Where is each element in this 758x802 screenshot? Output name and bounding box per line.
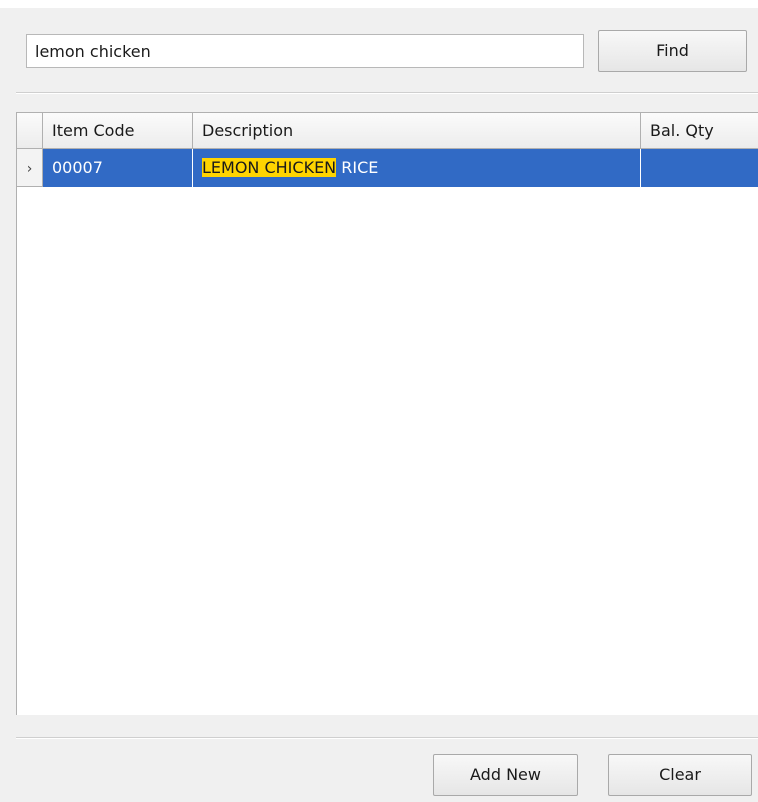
cell-bal-qty[interactable]: 0 xyxy=(641,149,758,187)
cell-description[interactable]: LEMON CHICKEN RICE xyxy=(193,149,641,187)
row-indicator-header xyxy=(17,113,43,148)
search-match-highlight: LEMON CHICKEN xyxy=(202,158,337,177)
cell-item-code[interactable]: 00007 xyxy=(43,149,193,187)
grid-header: Item Code Description Bal. Qty xyxy=(17,113,758,149)
item-search-dialog: Find Item Code Description Bal. Qty › 00… xyxy=(0,0,758,802)
results-grid[interactable]: Item Code Description Bal. Qty › 00007 L… xyxy=(16,112,758,715)
divider xyxy=(16,737,758,739)
description-rest: RICE xyxy=(336,158,379,177)
column-header-description[interactable]: Description xyxy=(193,113,641,148)
find-button[interactable]: Find xyxy=(598,30,747,72)
chevron-right-icon: › xyxy=(26,161,33,177)
row-indicator[interactable]: › xyxy=(17,149,43,187)
search-input[interactable] xyxy=(26,34,584,68)
add-new-button[interactable]: Add New xyxy=(433,754,578,796)
top-strip xyxy=(0,0,758,8)
table-row[interactable]: › 00007 LEMON CHICKEN RICE 0 xyxy=(17,149,758,187)
column-header-item-code[interactable]: Item Code xyxy=(43,113,193,148)
column-header-bal-qty[interactable]: Bal. Qty xyxy=(641,113,758,148)
clear-button[interactable]: Clear xyxy=(608,754,752,796)
divider xyxy=(16,92,758,94)
